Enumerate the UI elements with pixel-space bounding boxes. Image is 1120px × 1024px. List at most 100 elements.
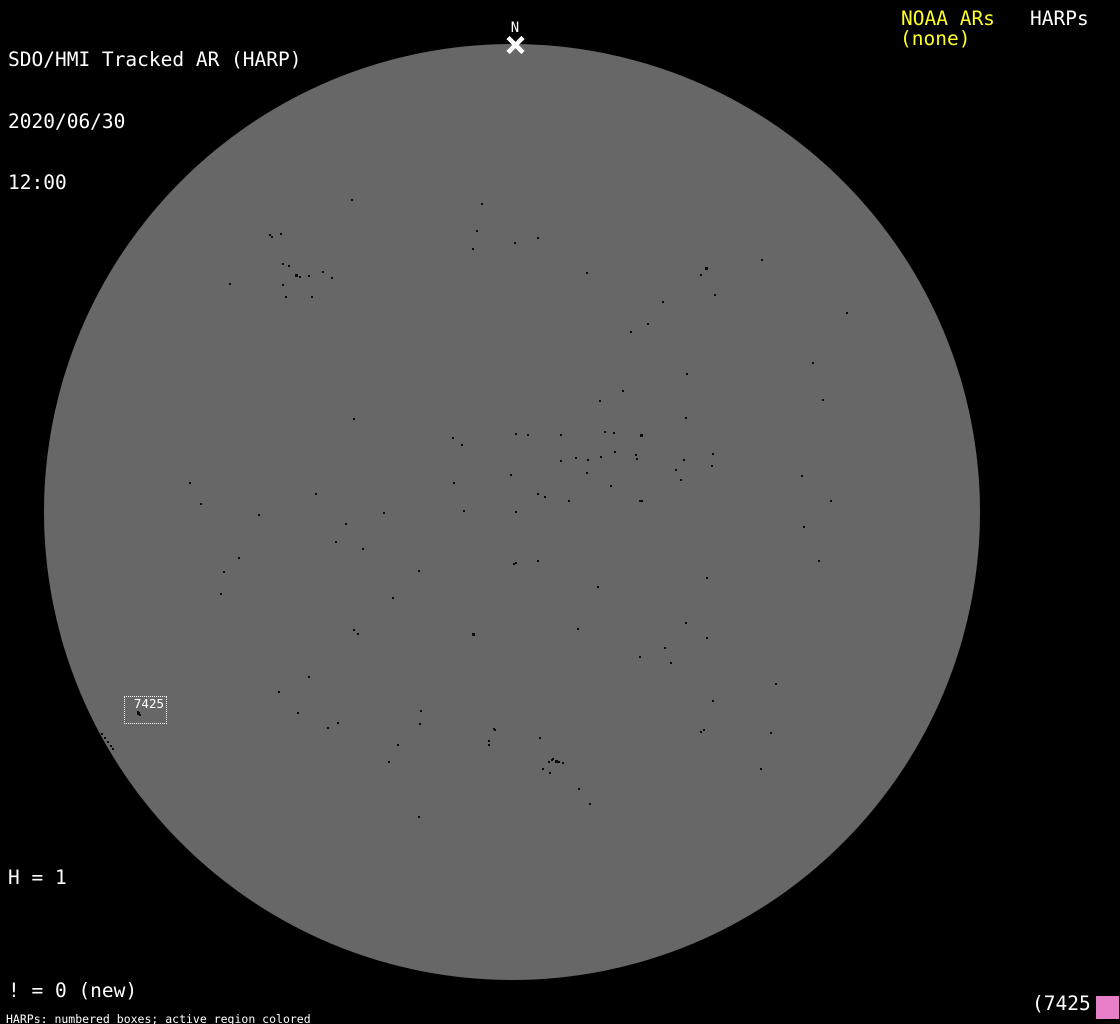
magnetic-speck (110, 745, 112, 747)
magnetic-speck (472, 633, 475, 636)
magnetic-speck (822, 399, 824, 401)
magnetic-speck (308, 676, 310, 678)
magnetic-speck (331, 277, 333, 279)
magnetic-speck (288, 265, 290, 267)
magnetic-speck (700, 274, 702, 276)
magnetic-speck (515, 562, 517, 564)
magnetic-speck (548, 761, 550, 763)
magnetic-speck (297, 712, 299, 714)
magnetic-speck (770, 732, 772, 734)
magnetic-speck (345, 523, 347, 525)
magnetic-speck (683, 459, 685, 461)
magnetic-speck (452, 437, 454, 439)
magnetic-speck (706, 637, 708, 639)
footnotes: HARPs: numbered boxes; active region col… (6, 991, 408, 1024)
magnetic-speck (614, 451, 616, 453)
magnetic-speck (542, 768, 544, 770)
magnetic-speck (604, 431, 606, 433)
magnetic-speck (278, 691, 280, 693)
magnetic-speck (223, 571, 225, 573)
magnetic-speck (258, 514, 260, 516)
magnetic-speck (362, 548, 364, 550)
magnetic-speck (397, 744, 399, 746)
magnetic-speck (630, 331, 632, 333)
magnetic-speck (537, 237, 539, 239)
magnetic-speck (104, 737, 106, 739)
magnetic-speck (712, 453, 714, 455)
magnetic-speck (562, 762, 564, 764)
magnetic-speck (703, 729, 705, 731)
magnetic-speck (112, 748, 114, 750)
north-cross-icon (506, 35, 525, 55)
magnetic-speck (453, 482, 455, 484)
magnetic-speck (418, 570, 420, 572)
magnetic-speck (335, 541, 337, 543)
magnetic-speck (622, 390, 624, 392)
magnetic-speck (107, 741, 109, 743)
magnetic-speck (238, 557, 240, 559)
magnetic-speck (578, 788, 580, 790)
magnetic-speck (200, 503, 202, 505)
magnetic-speck (640, 434, 643, 437)
magnetic-speck (527, 434, 529, 436)
solar-harp-plot: N 7425 SDO/HMI Tracked AR (HARP) 2020/06… (0, 0, 1120, 1024)
magnetic-speck (568, 500, 570, 502)
magnetic-speck (189, 482, 191, 484)
magnetic-speck (308, 275, 310, 277)
magnetic-speck (597, 586, 599, 588)
magnetic-speck (472, 248, 474, 250)
magnetic-speck (818, 560, 820, 562)
magnetic-speck (586, 472, 588, 474)
magnetic-speck (555, 760, 558, 763)
footnote-harps: HARPs: numbered boxes; active region col… (6, 1012, 311, 1024)
magnetic-speck (636, 458, 638, 460)
magnetic-speck (775, 683, 777, 685)
magnetic-speck (675, 469, 677, 471)
magnetic-speck (700, 731, 702, 733)
magnetic-speck (461, 444, 463, 446)
magnetic-speck (577, 628, 579, 630)
harp-count: H = 1 (8, 866, 67, 890)
magnetic-speck (299, 276, 301, 278)
magnetic-speck (613, 432, 615, 434)
magnetic-speck (488, 740, 490, 742)
magnetic-speck (539, 737, 541, 739)
magnetic-speck (639, 656, 641, 658)
magnetic-speck (685, 417, 687, 419)
magnetic-speck (420, 710, 422, 712)
magnetic-speck (589, 803, 591, 805)
magnetic-speck (560, 434, 562, 436)
noaa-ars-value: (none) (900, 27, 971, 50)
harp-box: 7425 (124, 696, 167, 724)
magnetic-speck (600, 456, 602, 458)
magnetic-speck (610, 485, 612, 487)
magnetic-speck (357, 633, 359, 635)
magnetic-speck (327, 727, 329, 729)
magnetic-speck (705, 267, 708, 270)
magnetic-speck (514, 242, 516, 244)
magnetic-speck (812, 362, 814, 364)
magnetic-speck (551, 759, 553, 761)
magnetic-speck (830, 500, 832, 502)
magnetic-speck (353, 629, 355, 631)
harps-label: HARPs (1030, 7, 1089, 30)
obs-time: 12:00 (8, 171, 67, 194)
magnetic-speck (476, 230, 478, 232)
app-title: SDO/HMI Tracked AR (HARP) (8, 48, 302, 71)
magnetic-speck (392, 597, 394, 599)
magnetic-speck (711, 465, 713, 467)
magnetic-speck (846, 312, 848, 314)
magnetic-speck (558, 761, 560, 763)
magnetic-speck (229, 283, 231, 285)
magnetic-speck (714, 294, 716, 296)
noaa-ars-label: NOAA ARs (901, 7, 995, 30)
magnetic-speck (419, 723, 421, 725)
magnetic-speck (599, 400, 601, 402)
magnetic-speck (351, 199, 353, 201)
magnetic-speck (706, 577, 708, 579)
magnetic-speck (282, 263, 284, 265)
magnetic-speck (760, 768, 762, 770)
magnetic-speck (664, 647, 666, 649)
magnetic-speck (515, 433, 517, 435)
magnetic-speck (510, 474, 512, 476)
